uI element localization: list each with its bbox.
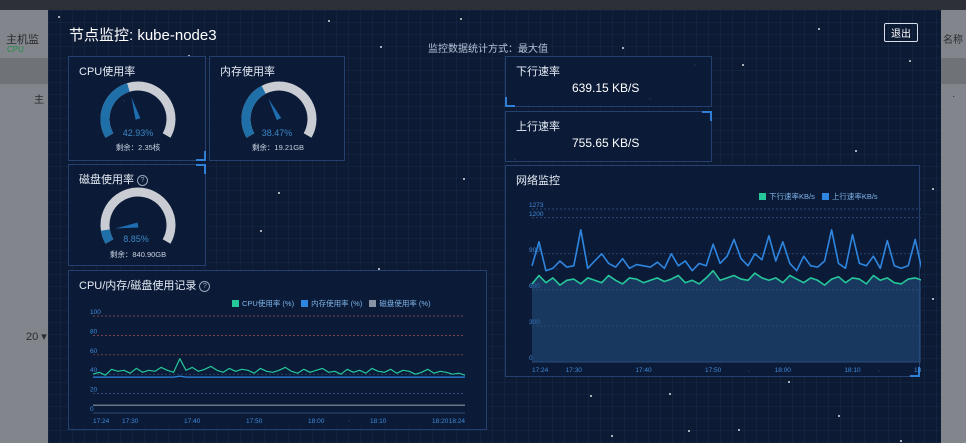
x-tick-label: 18:20 — [914, 367, 921, 374]
x-tick-label: 17:40 — [635, 367, 652, 374]
y-tick-label: 20 — [90, 387, 98, 394]
gauge-needle — [115, 222, 139, 229]
background-left-band — [0, 58, 48, 84]
upload-rate-value: 755.65 KB/S — [572, 136, 640, 150]
corner-decoration — [505, 97, 515, 107]
x-tick-label: 18:20 — [432, 418, 449, 425]
x-tick-label: 18:00 — [775, 367, 792, 374]
network-monitor-chart: 03006009001200127317:2417:3017:4017:5018… — [529, 202, 921, 374]
star-decoration — [900, 440, 902, 442]
y-tick-label: 80 — [90, 328, 98, 335]
star-decoration — [738, 429, 740, 431]
cpu-usage-title: CPU使用率 — [79, 66, 136, 78]
download-rate-title: 下行速率 — [516, 66, 560, 78]
y-tick-label: 900 — [529, 247, 540, 254]
star-decoration — [838, 415, 840, 417]
modal-title: 节点监控: kube-node3 — [69, 27, 217, 44]
series-line — [93, 375, 465, 378]
usage-history-panel: CPU/内存/磁盘使用记录? CPU使用率 (%) 内存使用率 (%) 磁盘使用… — [68, 270, 487, 430]
y-tick-label: 0 — [90, 406, 94, 413]
star-decoration — [463, 178, 465, 180]
star-decoration — [742, 64, 744, 66]
x-tick-label: 18:24 — [449, 418, 466, 425]
x-tick-label: 17:30 — [122, 418, 139, 425]
star-decoration — [328, 20, 330, 22]
star-decoration — [590, 395, 592, 397]
star-decoration — [932, 298, 934, 300]
disk-remaining: 剩余：840.90GB — [109, 250, 167, 259]
background-right-title: 名称 — [943, 35, 963, 46]
star-decoration — [669, 393, 671, 395]
star-decoration — [278, 192, 280, 194]
upload-rate-title: 上行速率 — [516, 121, 560, 133]
download-rate-value: 639.15 KB/S — [572, 81, 640, 95]
star-decoration — [58, 16, 60, 18]
x-tick-label: 18:00 — [308, 418, 325, 425]
y-tick-label: 60 — [90, 348, 98, 355]
x-tick-label: 17:50 — [246, 418, 263, 425]
top-bar — [0, 0, 966, 10]
y-tick-label: 100 — [90, 309, 101, 316]
background-right-header: · — [952, 91, 956, 102]
disk-usage-percent: 8.85% — [123, 234, 149, 244]
y-tick-label: 1200 — [529, 211, 544, 218]
star-decoration — [909, 60, 911, 62]
star-decoration — [688, 430, 690, 432]
memory-remaining: 剩余：19.21GB — [251, 143, 305, 152]
star-decoration — [260, 230, 262, 232]
node-monitor-modal: 节点监控: kube-node3 监控数据统计方式：最大值 退出 CPU使用率 … — [48, 10, 941, 443]
x-tick-label: 17:40 — [184, 418, 201, 425]
exit-button[interactable]: 退出 — [884, 23, 918, 42]
corner-decoration — [196, 164, 206, 174]
gauge-needle — [131, 97, 141, 120]
background-left-legend: CPU — [7, 45, 24, 54]
star-decoration — [611, 435, 613, 437]
star-decoration — [788, 381, 790, 383]
x-tick-label: 17:30 — [566, 367, 583, 374]
y-tick-label: 1273 — [529, 202, 544, 209]
series-line — [531, 229, 921, 272]
cpu-usage-panel: CPU使用率 42.93% 剩余：2.35核 — [68, 56, 206, 161]
usage-history-chart: 02040608010017:24 17:30 17:40 17:50 18:00 18:… — [90, 309, 466, 425]
background-right-band — [941, 58, 966, 84]
corner-decoration — [702, 111, 712, 121]
star-decoration — [622, 47, 624, 49]
memory-usage-percent: 38.47% — [261, 128, 293, 138]
x-tick-label: 18:10 — [370, 418, 387, 425]
cpu-remaining: 剩余：2.35核 — [115, 143, 161, 152]
series-area — [532, 270, 921, 362]
disk-usage-panel: 磁盘使用率? 8.85% 剩余：840.90GB — [68, 164, 206, 266]
cpu-usage-percent: 42.93% — [122, 128, 154, 138]
memory-usage-title: 内存使用率 — [220, 66, 275, 78]
background-pager[interactable]: 20 ▾ — [26, 330, 47, 343]
x-tick-label: 17:50 — [705, 367, 722, 374]
star-decoration — [818, 28, 820, 30]
upload-rate-panel: 上行速率 755.65 KB/S — [505, 111, 712, 162]
x-tick-label: 18:10 — [844, 367, 861, 374]
network-monitor-panel: 网络监控 下行速率KB/s 上行速率KB/s 03006009001200127… — [505, 165, 921, 377]
star-decoration — [855, 150, 857, 152]
stat-mode-label: 监控数据统计方式：最大值 — [428, 44, 548, 55]
memory-usage-panel: 内存使用率 38.47% 剩余：19.21GB — [209, 56, 345, 161]
star-decoration — [460, 18, 462, 20]
download-rate-panel: 下行速率 639.15 KB/S — [505, 56, 712, 107]
x-tick-label: 17:24 — [532, 367, 549, 374]
x-tick-label: 17:24 — [93, 418, 110, 425]
background-left-header: 主 — [34, 95, 44, 106]
series-line — [92, 358, 466, 376]
gauge-needle — [268, 98, 282, 121]
star-decoration — [932, 188, 934, 190]
star-decoration — [380, 46, 382, 48]
